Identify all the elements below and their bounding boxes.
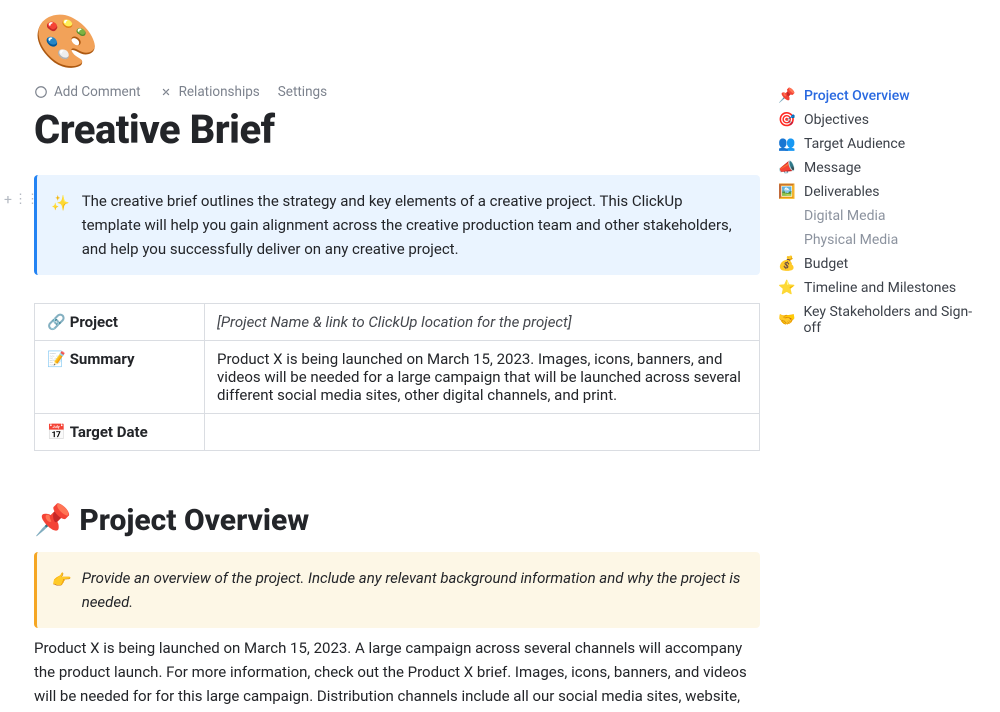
toc-item-label: Timeline and Milestones — [804, 280, 956, 296]
meta-table: 🔗Project[Project Name & link to ClickUp … — [34, 303, 760, 451]
toc-item-label: Budget — [804, 256, 848, 272]
toc-item[interactable]: 📣 Message — [774, 156, 988, 180]
pointing-hand-icon: 👉 — [51, 568, 70, 614]
toc-item-icon: 🖼️ — [778, 184, 796, 200]
toc-item-label: Project Overview — [804, 88, 910, 104]
toc-item[interactable]: 📌 Project Overview — [774, 84, 988, 108]
toc-item[interactable]: 🤝 Key Stakeholders and Sign-off — [774, 300, 988, 340]
toc-item-icon: ⭐ — [778, 280, 796, 296]
settings-button[interactable]: Settings — [278, 84, 327, 100]
toc-item[interactable]: Physical Media — [774, 228, 988, 252]
toc-item-icon: 💰 — [778, 256, 796, 272]
settings-label: Settings — [278, 84, 327, 100]
page-toolbar: Add Comment Relationships Settings — [34, 84, 760, 100]
overview-hint-callout: 👉 Provide an overview of the project. In… — [34, 552, 760, 628]
cell-emoji-icon: 🔗 — [47, 313, 66, 331]
toc-item-label: Digital Media — [804, 208, 886, 224]
toc-item-label: Message — [804, 160, 861, 176]
section-heading-overview: 📌 Project Overview — [34, 503, 760, 538]
meta-value-cell[interactable]: [Project Name & link to ClickUp location… — [205, 304, 760, 341]
cell-emoji-icon: 📝 — [47, 350, 66, 368]
relationships-button[interactable]: Relationships — [159, 84, 260, 100]
meta-value-cell[interactable]: Product X is being launched on March 15,… — [205, 341, 760, 414]
table-row: 📅Target Date — [35, 414, 760, 451]
table-row: 📝SummaryProduct X is being launched on M… — [35, 341, 760, 414]
meta-label-cell: 🔗Project — [35, 304, 205, 341]
toc-item-label: Deliverables — [804, 184, 880, 200]
toc-item-icon: 🎯 — [778, 112, 796, 128]
add-comment-label: Add Comment — [54, 84, 141, 100]
toc-item[interactable]: 🖼️ Deliverables — [774, 180, 988, 204]
toc-item[interactable]: 💰 Budget — [774, 252, 988, 276]
page-emoji[interactable]: 🎨 — [34, 16, 99, 68]
outline-sidebar: 📌 Project Overview 🎯 Objectives 👥 Target Audi… — [768, 0, 1000, 712]
toc-item-icon: 📌 — [778, 88, 796, 104]
toc-item-label: Physical Media — [804, 232, 898, 248]
toc-item-label: Objectives — [804, 112, 869, 128]
add-block-icon[interactable]: + — [4, 192, 12, 208]
overview-hint-text: Provide an overview of the project. Incl… — [82, 566, 742, 614]
add-comment-button[interactable]: Add Comment — [34, 84, 141, 100]
toc-item[interactable]: ⭐ Timeline and Milestones — [774, 276, 988, 300]
toc-item-icon: 🤝 — [778, 312, 795, 328]
drag-handle-icon[interactable]: ⋮⋮ — [14, 192, 38, 208]
meta-label-cell: 📅Target Date — [35, 414, 205, 451]
toc-item-label: Target Audience — [804, 136, 905, 152]
document-main: 🎨 Add Comment Relationships Settings Cre… — [0, 0, 768, 712]
overview-body: Product X is being launched on March 15,… — [34, 636, 760, 712]
table-row: 🔗Project[Project Name & link to ClickUp … — [35, 304, 760, 341]
intro-callout-text: The creative brief outlines the strategy… — [82, 189, 742, 261]
block-drag-gutter[interactable]: + ⋮⋮ — [4, 192, 38, 208]
meta-label-cell: 📝Summary — [35, 341, 205, 414]
toc-item[interactable]: 🎯 Objectives — [774, 108, 988, 132]
sparkle-icon: ✨ — [51, 191, 70, 261]
toc-item-icon: 📣 — [778, 160, 796, 176]
relationships-label: Relationships — [179, 84, 260, 100]
toc-item[interactable]: Digital Media — [774, 204, 988, 228]
page-title: Creative Brief — [34, 106, 760, 153]
meta-value-cell[interactable] — [205, 414, 760, 451]
comment-icon — [34, 85, 48, 99]
toc-item-icon: 👥 — [778, 136, 796, 152]
toc-item-label: Key Stakeholders and Sign-off — [803, 304, 984, 336]
toc-item[interactable]: 👥 Target Audience — [774, 132, 988, 156]
pushpin-icon: 📌 — [34, 503, 71, 538]
section-heading-text: Project Overview — [79, 503, 309, 538]
relationships-icon — [159, 85, 173, 99]
intro-callout: ✨ The creative brief outlines the strate… — [34, 175, 760, 275]
cell-emoji-icon: 📅 — [47, 423, 66, 441]
